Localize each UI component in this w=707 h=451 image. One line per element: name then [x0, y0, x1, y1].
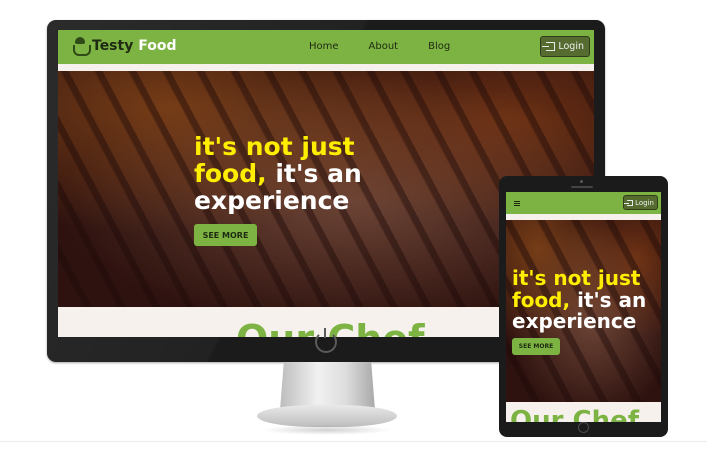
nav-link-home[interactable]: Home: [309, 41, 339, 52]
tablet-home-button[interactable]: [578, 422, 589, 433]
tablet-hero-line-2: food, it's an: [512, 287, 647, 312]
site-logo[interactable]: Testy Food: [72, 37, 176, 56]
tablet-see-more-button[interactable]: SEE MORE: [512, 338, 560, 355]
login-button[interactable]: Login: [540, 36, 590, 57]
hero-line-2: food, it's an: [194, 160, 362, 187]
monitor-stand-base: [257, 405, 397, 427]
login-label: Login: [558, 41, 584, 52]
brand-highlight: Food: [138, 38, 177, 54]
tablet-hero-heading: it's not just food, it's an experience: [512, 266, 647, 334]
brand-primary: Testy: [92, 38, 134, 54]
nav-link-blog[interactable]: Blog: [428, 41, 450, 52]
hero-line-3: experience: [194, 186, 350, 215]
tablet-hero-line-2-rest: it's an: [577, 287, 647, 312]
monitor-shadow: [262, 425, 392, 435]
login-icon: [542, 42, 556, 51]
tablet-hero-line-1: it's not just: [512, 266, 641, 290]
hero-line-1: it's not just: [194, 132, 355, 161]
tablet-screen: Login it's not just food, it's an experi…: [506, 192, 661, 422]
desktop-navbar: Testy Food Home About Blog Login: [58, 30, 594, 64]
monitor-stand: [280, 362, 375, 410]
floor-line: [0, 441, 707, 442]
login-icon: [624, 199, 634, 206]
desktop-nav-menu: Home About Blog: [309, 41, 450, 52]
tablet-camera: [580, 180, 583, 183]
brand-name: Testy Food: [92, 38, 176, 54]
chef-hat-icon: [72, 37, 91, 56]
tablet-chef-section: Our Chef: [506, 402, 661, 422]
tablet-device: Login it's not just food, it's an experi…: [499, 176, 668, 437]
hamburger-menu-icon[interactable]: [514, 201, 520, 206]
tablet-hero-line-2-highlight: food,: [512, 287, 571, 312]
see-more-button[interactable]: SEE MORE: [194, 224, 257, 246]
tablet-hero-section: it's not just food, it's an experience S…: [506, 220, 661, 402]
tablet-login-button[interactable]: Login: [623, 195, 658, 210]
tablet-login-label: Login: [635, 198, 654, 207]
hero-line-2-rest: it's an: [275, 159, 362, 188]
tablet-chef-section-title: Our Chef: [510, 406, 640, 422]
tablet-navbar: Login: [506, 192, 661, 214]
nav-divider: [58, 64, 594, 71]
tablet-hero-line-3: experience: [512, 309, 637, 334]
nav-link-about[interactable]: About: [369, 41, 399, 52]
hero-heading: it's not just food, it's an experience: [194, 133, 362, 214]
power-icon: [315, 328, 337, 353]
tablet-speaker: [571, 186, 593, 188]
hero-line-2-highlight: food,: [194, 159, 267, 188]
